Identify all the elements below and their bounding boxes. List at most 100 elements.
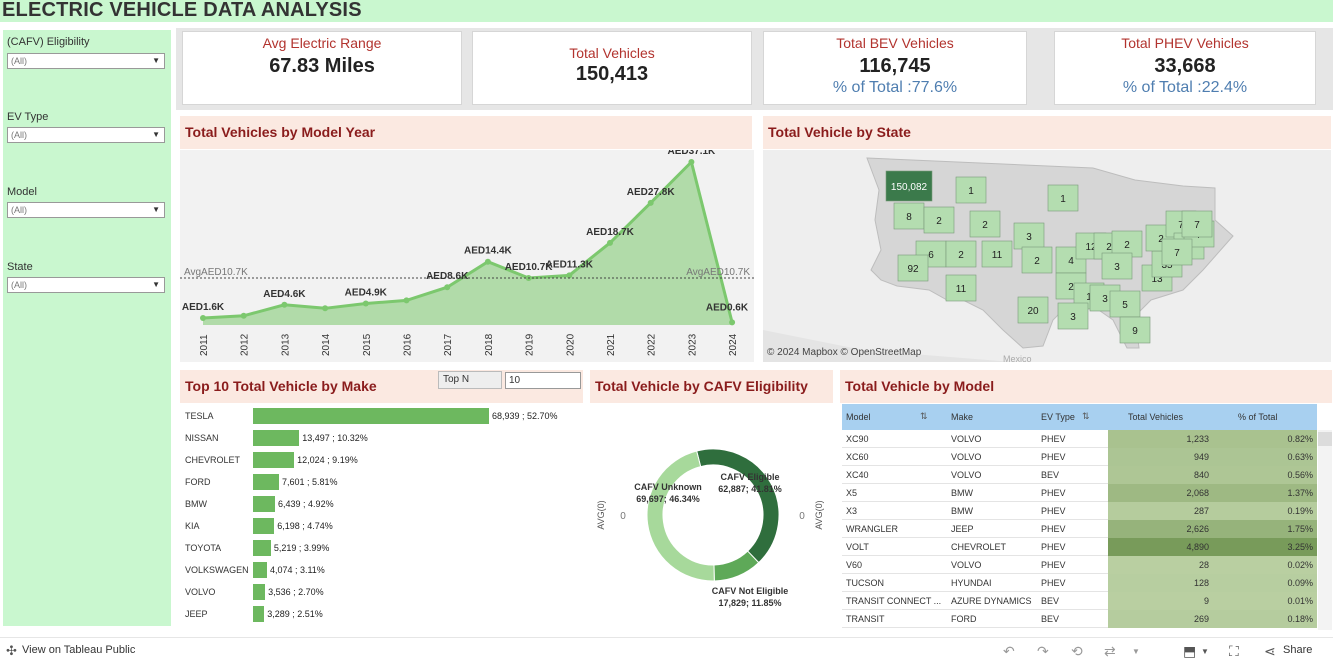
state-map[interactable]: 150,082 8 2 1 2 1 6 92 2 11 11 3 2 20 4 12 2 2 3 2 1 3 3 5 9 13 35… (763, 150, 1331, 364)
data-point[interactable] (322, 305, 329, 312)
data-point[interactable] (607, 239, 613, 246)
data-point[interactable] (403, 297, 410, 304)
share-button[interactable]: Share (1283, 644, 1312, 656)
chevron-down-icon[interactable]: ▼ (1132, 647, 1140, 656)
donut-slice[interactable] (713, 550, 760, 582)
topn-input[interactable]: 10 (505, 372, 581, 389)
data-point[interactable] (647, 199, 654, 206)
x-tick-label: 2012 (240, 333, 251, 356)
data-label: AED1.6K (182, 302, 225, 313)
make-bar-row[interactable]: KIA 6,198 ; 4.74% (185, 518, 585, 534)
redo-icon[interactable]: ↷ (1037, 643, 1049, 660)
evtype-cell: PHEV (1041, 452, 1066, 462)
filter-select-state[interactable]: (All) ▼ (7, 277, 165, 293)
data-point[interactable] (566, 272, 573, 279)
data-point[interactable] (281, 301, 288, 308)
table-scrollbar[interactable] (1318, 430, 1332, 630)
total-cell: 840 (1193, 470, 1209, 480)
evtype-cell: PHEV (1041, 434, 1066, 444)
donut-slice[interactable] (696, 448, 780, 564)
make-label: VOLKSWAGEN (185, 565, 249, 575)
filter-select-model[interactable]: (All) ▼ (7, 202, 165, 218)
donut-slice[interactable] (646, 450, 715, 582)
make-bar-row[interactable]: TESLA 68,939 ; 52.70% (185, 408, 585, 424)
make-bar-row[interactable]: TOYOTA 5,219 ; 3.99% (185, 540, 585, 556)
x-tick-label: 2024 (728, 333, 739, 356)
table-row[interactable]: VOLT CHEVROLET PHEV 4,890 3.25% (842, 538, 1317, 556)
make-bar[interactable] (253, 518, 275, 534)
state-value-label: 3 (1102, 294, 1108, 305)
make-value-label: 13,497 ; 10.32% (302, 433, 368, 443)
filter-select-cafv[interactable]: (All) ▼ (7, 53, 165, 69)
table-row[interactable]: XC60 VOLVO PHEV 949 0.63% (842, 448, 1317, 466)
table-row[interactable]: X3 BMW PHEV 287 0.19% (842, 502, 1317, 520)
state-value-label: 2 (958, 250, 964, 261)
make-bar[interactable] (253, 496, 276, 512)
data-label: AED11.3K (546, 259, 594, 270)
table-row[interactable]: TUCSON HYUNDAI PHEV 128 0.09% (842, 574, 1317, 592)
make-bar-row[interactable]: CHEVROLET 12,024 ; 9.19% (185, 452, 585, 468)
sort-icon[interactable]: ⇅ (1082, 411, 1090, 422)
revert-icon[interactable]: ⟲ (1071, 643, 1083, 660)
data-point[interactable] (200, 314, 206, 321)
make-bar[interactable] (253, 606, 265, 622)
data-point[interactable] (240, 312, 247, 319)
make-cell: BMW (951, 488, 973, 498)
col-header-total[interactable]: Total Vehicles (1108, 404, 1218, 430)
make-bar-row[interactable]: JEEP 3,289 ; 2.51% (185, 606, 585, 622)
section-header-model: Total Vehicle by Model (840, 370, 1332, 403)
data-point[interactable] (729, 319, 736, 326)
data-label: AED0.6K (706, 302, 749, 313)
model-year-area-chart[interactable]: AvgAED10.7K AvgAED10.7K AED1.6K AED4.6K AED4… (180, 150, 754, 362)
average-label: AvgAED10.7K (686, 267, 750, 278)
kpi-percent: % of Total :77.6% (832, 79, 958, 96)
make-bar[interactable] (253, 430, 300, 446)
data-point[interactable] (484, 258, 491, 265)
table-row[interactable]: WRANGLER JEEP PHEV 2,626 1.75% (842, 520, 1317, 538)
table-row[interactable]: TRANSIT FORD BEV 269 0.18% (842, 610, 1317, 628)
col-header-pct[interactable]: % of Total (1218, 404, 1317, 430)
table-row[interactable]: TRANSIT CONNECT ... AZURE DYNAMICS BEV 9 0.0… (842, 592, 1317, 610)
make-value-label: 6,198 ; 4.74% (277, 521, 333, 531)
col-header-make[interactable]: Make (947, 404, 1037, 430)
total-heat-cell (1108, 520, 1317, 538)
fullscreen-icon[interactable]: ⛶ (1229, 643, 1239, 660)
table-row[interactable]: X5 BMW PHEV 2,068 1.37% (842, 484, 1317, 502)
download-icon[interactable]: ⬒ (1183, 643, 1196, 660)
make-bar-row[interactable]: BMW 6,439 ; 4.92% (185, 496, 585, 512)
make-bar-row[interactable]: VOLKSWAGEN 4,074 ; 3.11% (185, 562, 585, 578)
sort-icon[interactable]: ⇅ (920, 411, 928, 422)
table-row[interactable]: V60 VOLVO PHEV 28 0.02% (842, 556, 1317, 574)
make-bar-row[interactable]: FORD 7,601 ; 5.81% (185, 474, 585, 490)
topn-label: Top N (438, 371, 502, 389)
total-cell: 949 (1193, 452, 1209, 462)
table-row[interactable]: XC40 VOLVO BEV 840 0.56% (842, 466, 1317, 484)
undo-icon[interactable]: ↶ (1003, 643, 1015, 660)
cafv-donut-chart[interactable]: CAFV Eligible 62,887; 41.81% CAFV Not Elig… (590, 404, 835, 626)
data-point[interactable] (444, 284, 451, 291)
kpi-bev: Total BEV Vehicles 116,745 % of Total :7… (763, 31, 1027, 105)
scrollbar-thumb[interactable] (1318, 432, 1332, 446)
make-bar[interactable] (253, 474, 280, 490)
col-header-model[interactable]: Model (842, 404, 947, 430)
table-row[interactable]: XC90 VOLVO PHEV 1,233 0.82% (842, 430, 1317, 448)
make-bar-row[interactable]: VOLVO 3,536 ; 2.70% (185, 584, 585, 600)
make-bar[interactable] (253, 540, 271, 556)
data-label: AED8.6K (426, 271, 469, 282)
data-point[interactable] (688, 159, 695, 165)
evtype-cell: PHEV (1041, 506, 1066, 516)
make-bar-row[interactable]: NISSAN 13,497 ; 10.32% (185, 430, 585, 446)
refresh-icon[interactable]: ⇄ (1104, 643, 1116, 660)
filter-select-evtype[interactable]: (All) ▼ (7, 127, 165, 143)
make-bar[interactable] (253, 584, 266, 600)
data-point[interactable] (362, 300, 369, 307)
make-bar[interactable] (253, 562, 267, 578)
make-bar[interactable] (253, 452, 295, 468)
axis-label: AVG(0) (596, 500, 606, 529)
col-header-evtype[interactable]: EV Type (1037, 404, 1108, 430)
chevron-down-icon[interactable]: ▼ (1201, 647, 1209, 656)
view-on-tableau-link[interactable]: View on Tableau Public (22, 644, 135, 656)
make-bar[interactable] (253, 408, 489, 424)
kpi-value: 67.83 Miles (269, 55, 375, 77)
share-icon[interactable]: ⋖ (1264, 643, 1276, 660)
